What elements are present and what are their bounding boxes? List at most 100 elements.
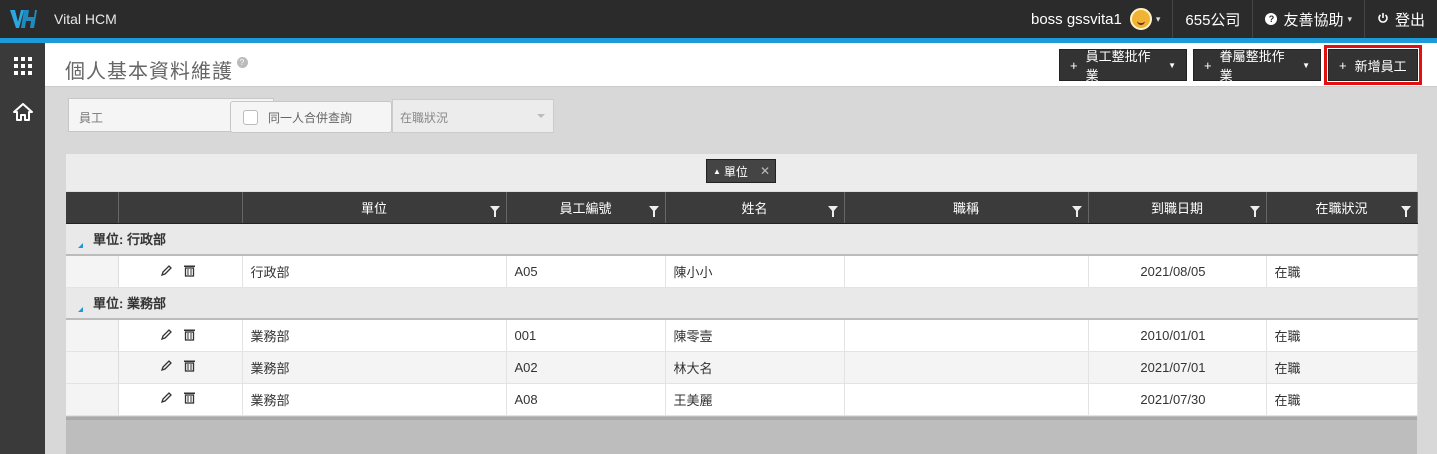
help-label: 友善協助 <box>1283 11 1344 29</box>
group-chip-label: 單位 <box>723 164 748 179</box>
table-row[interactable]: 行政部 A05 陳小小 2021/08/05 在職 <box>66 255 1418 288</box>
page-title-text: 個人基本資料維護 <box>65 61 233 83</box>
group-indent-cell <box>66 383 119 416</box>
logout-button[interactable]: 登出 <box>1363 0 1437 38</box>
cell-emp-no: A05 <box>506 255 666 288</box>
cell-hire-date: 2021/08/05 <box>1088 255 1267 288</box>
group-chip-unit[interactable]: ▲ 單位 ✕ <box>706 159 776 183</box>
edit-pencil-icon[interactable] <box>160 359 173 375</box>
cell-emp-no: A02 <box>506 351 666 384</box>
group-row[interactable]: 單位: 業務部 <box>66 287 1418 320</box>
group-by-panel: ▲ 單位 ✕ <box>66 154 1417 192</box>
table-row[interactable]: 業務部 A02 林大名 2021/07/01 在職 <box>66 351 1418 384</box>
employee-filter-label: 員工 <box>79 111 104 125</box>
group-indent-cell <box>66 351 119 384</box>
group-indent-cell <box>66 319 119 352</box>
top-navbar: Vital HCM boss gssvita1 ▾ 655公司 ? 友善協助 ▾… <box>0 0 1437 38</box>
cell-status: 在職 <box>1266 319 1418 352</box>
filter-icon[interactable] <box>1071 206 1082 217</box>
plus-icon: + <box>1070 57 1078 73</box>
group-row[interactable]: 單位: 行政部 <box>66 223 1418 256</box>
help-question-icon[interactable]: ? <box>237 57 248 68</box>
page-title: 個人基本資料維護? <box>65 55 248 84</box>
cell-status: 在職 <box>1266 383 1418 416</box>
column-header-hire-date[interactable]: 到職日期 <box>1088 192 1267 224</box>
checkbox-icon[interactable] <box>243 109 258 125</box>
column-header-title[interactable]: 職稱 <box>844 192 1089 224</box>
status-select-placeholder: 在職狀況 <box>400 111 449 125</box>
batch-employee-button[interactable]: + 員工整批作業 ▼ <box>1059 49 1187 83</box>
logout-label: 登出 <box>1394 11 1425 29</box>
cell-name: 林大名 <box>665 351 845 384</box>
group-indent-header <box>66 192 119 224</box>
cell-title <box>844 319 1089 352</box>
column-header-label: 姓名 <box>741 200 768 216</box>
help-menu[interactable]: ? 友善協助 ▾ <box>1252 0 1364 38</box>
company-name: 655公司 <box>1185 11 1241 29</box>
page-header: 個人基本資料維護? + 員工整批作業 ▼ + 眷屬整批作業 ▼ + 新增員工 <box>45 43 1437 87</box>
cell-title <box>844 383 1089 416</box>
trash-icon[interactable] <box>183 264 196 280</box>
row-actions <box>118 383 243 416</box>
filter-icon[interactable] <box>648 206 659 217</box>
column-header-name[interactable]: 姓名 <box>665 192 845 224</box>
status-select[interactable]: 在職狀況 <box>392 99 554 133</box>
cell-unit: 業務部 <box>242 383 507 416</box>
cell-emp-no: A08 <box>506 383 666 416</box>
filter-bar: 員工 同一人合併查詢 在職狀況 <box>45 88 1437 144</box>
filter-icon[interactable] <box>1249 206 1260 217</box>
cell-title <box>844 255 1089 288</box>
column-header-label: 職稱 <box>952 200 979 216</box>
column-header-status[interactable]: 在職狀況 <box>1266 192 1418 224</box>
filter-icon[interactable] <box>827 206 838 217</box>
collapse-triangle-icon[interactable] <box>78 243 83 249</box>
table-row[interactable]: 業務部 001 陳零壹 2010/01/01 在職 <box>66 319 1418 352</box>
filter-icon[interactable] <box>1400 206 1411 217</box>
apps-grid-icon[interactable] <box>0 43 45 89</box>
cell-title <box>844 351 1089 384</box>
column-header-emp-no[interactable]: 員工編號 <box>506 192 666 224</box>
column-header-label: 員工編號 <box>559 200 612 216</box>
cell-unit: 業務部 <box>242 319 507 352</box>
chevron-down-icon <box>537 114 545 118</box>
company-menu[interactable]: 655公司 <box>1172 0 1252 38</box>
home-icon[interactable] <box>0 89 45 135</box>
cell-status: 在職 <box>1266 351 1418 384</box>
trash-icon[interactable] <box>183 391 196 407</box>
plus-icon: + <box>1339 57 1347 73</box>
edit-pencil-icon[interactable] <box>160 391 173 407</box>
filter-icon[interactable] <box>489 206 500 217</box>
employee-grid: ▲ 單位 ✕ 單位 員工編號 姓名 職稱 到職日期 在職狀況 單位: 行政部 行… <box>66 154 1418 454</box>
edit-pencil-icon[interactable] <box>160 264 173 280</box>
chevron-down-icon: ▾ <box>1347 13 1352 24</box>
trash-icon[interactable] <box>183 359 196 375</box>
row-actions <box>118 351 243 384</box>
merge-query-checkbox[interactable]: 同一人合併查詢 <box>230 101 392 133</box>
add-employee-button[interactable]: + 新增員工 <box>1324 45 1422 85</box>
table-row[interactable]: 業務部 A08 王美麗 2021/07/30 在職 <box>66 383 1418 416</box>
column-header-label: 在職狀況 <box>1315 200 1368 216</box>
row-actions <box>118 319 243 352</box>
edit-pencil-icon[interactable] <box>160 328 173 344</box>
cell-hire-date: 2021/07/01 <box>1088 351 1267 384</box>
help-icon: ? <box>1265 13 1278 25</box>
batch-dependent-button[interactable]: + 眷屬整批作業 ▼ <box>1193 49 1321 83</box>
user-menu[interactable]: boss gssvita1 ▾ <box>1019 0 1172 38</box>
cell-name: 陳小小 <box>665 255 845 288</box>
cell-hire-date: 2021/07/30 <box>1088 383 1267 416</box>
employee-table: 單位 員工編號 姓名 職稱 到職日期 在職狀況 單位: 行政部 行政部 A05 … <box>66 192 1418 416</box>
column-header-label: 單位 <box>360 200 387 216</box>
power-icon <box>1377 11 1389 28</box>
user-name: boss gssvita1 <box>1030 10 1122 28</box>
close-icon[interactable]: ✕ <box>760 164 770 178</box>
cell-status: 在職 <box>1266 255 1418 288</box>
batch-employee-label: 員工整批作業 <box>1085 49 1151 83</box>
cell-name: 王美麗 <box>665 383 845 416</box>
trash-icon[interactable] <box>183 328 196 344</box>
collapse-triangle-icon[interactable] <box>78 307 83 313</box>
table-header-row: 單位 員工編號 姓名 職稱 到職日期 在職狀況 <box>66 192 1418 224</box>
app-logo-icon[interactable] <box>0 0 44 38</box>
cell-name: 陳零壹 <box>665 319 845 352</box>
merge-query-label: 同一人合併查詢 <box>268 110 353 125</box>
column-header-unit[interactable]: 單位 <box>242 192 507 224</box>
